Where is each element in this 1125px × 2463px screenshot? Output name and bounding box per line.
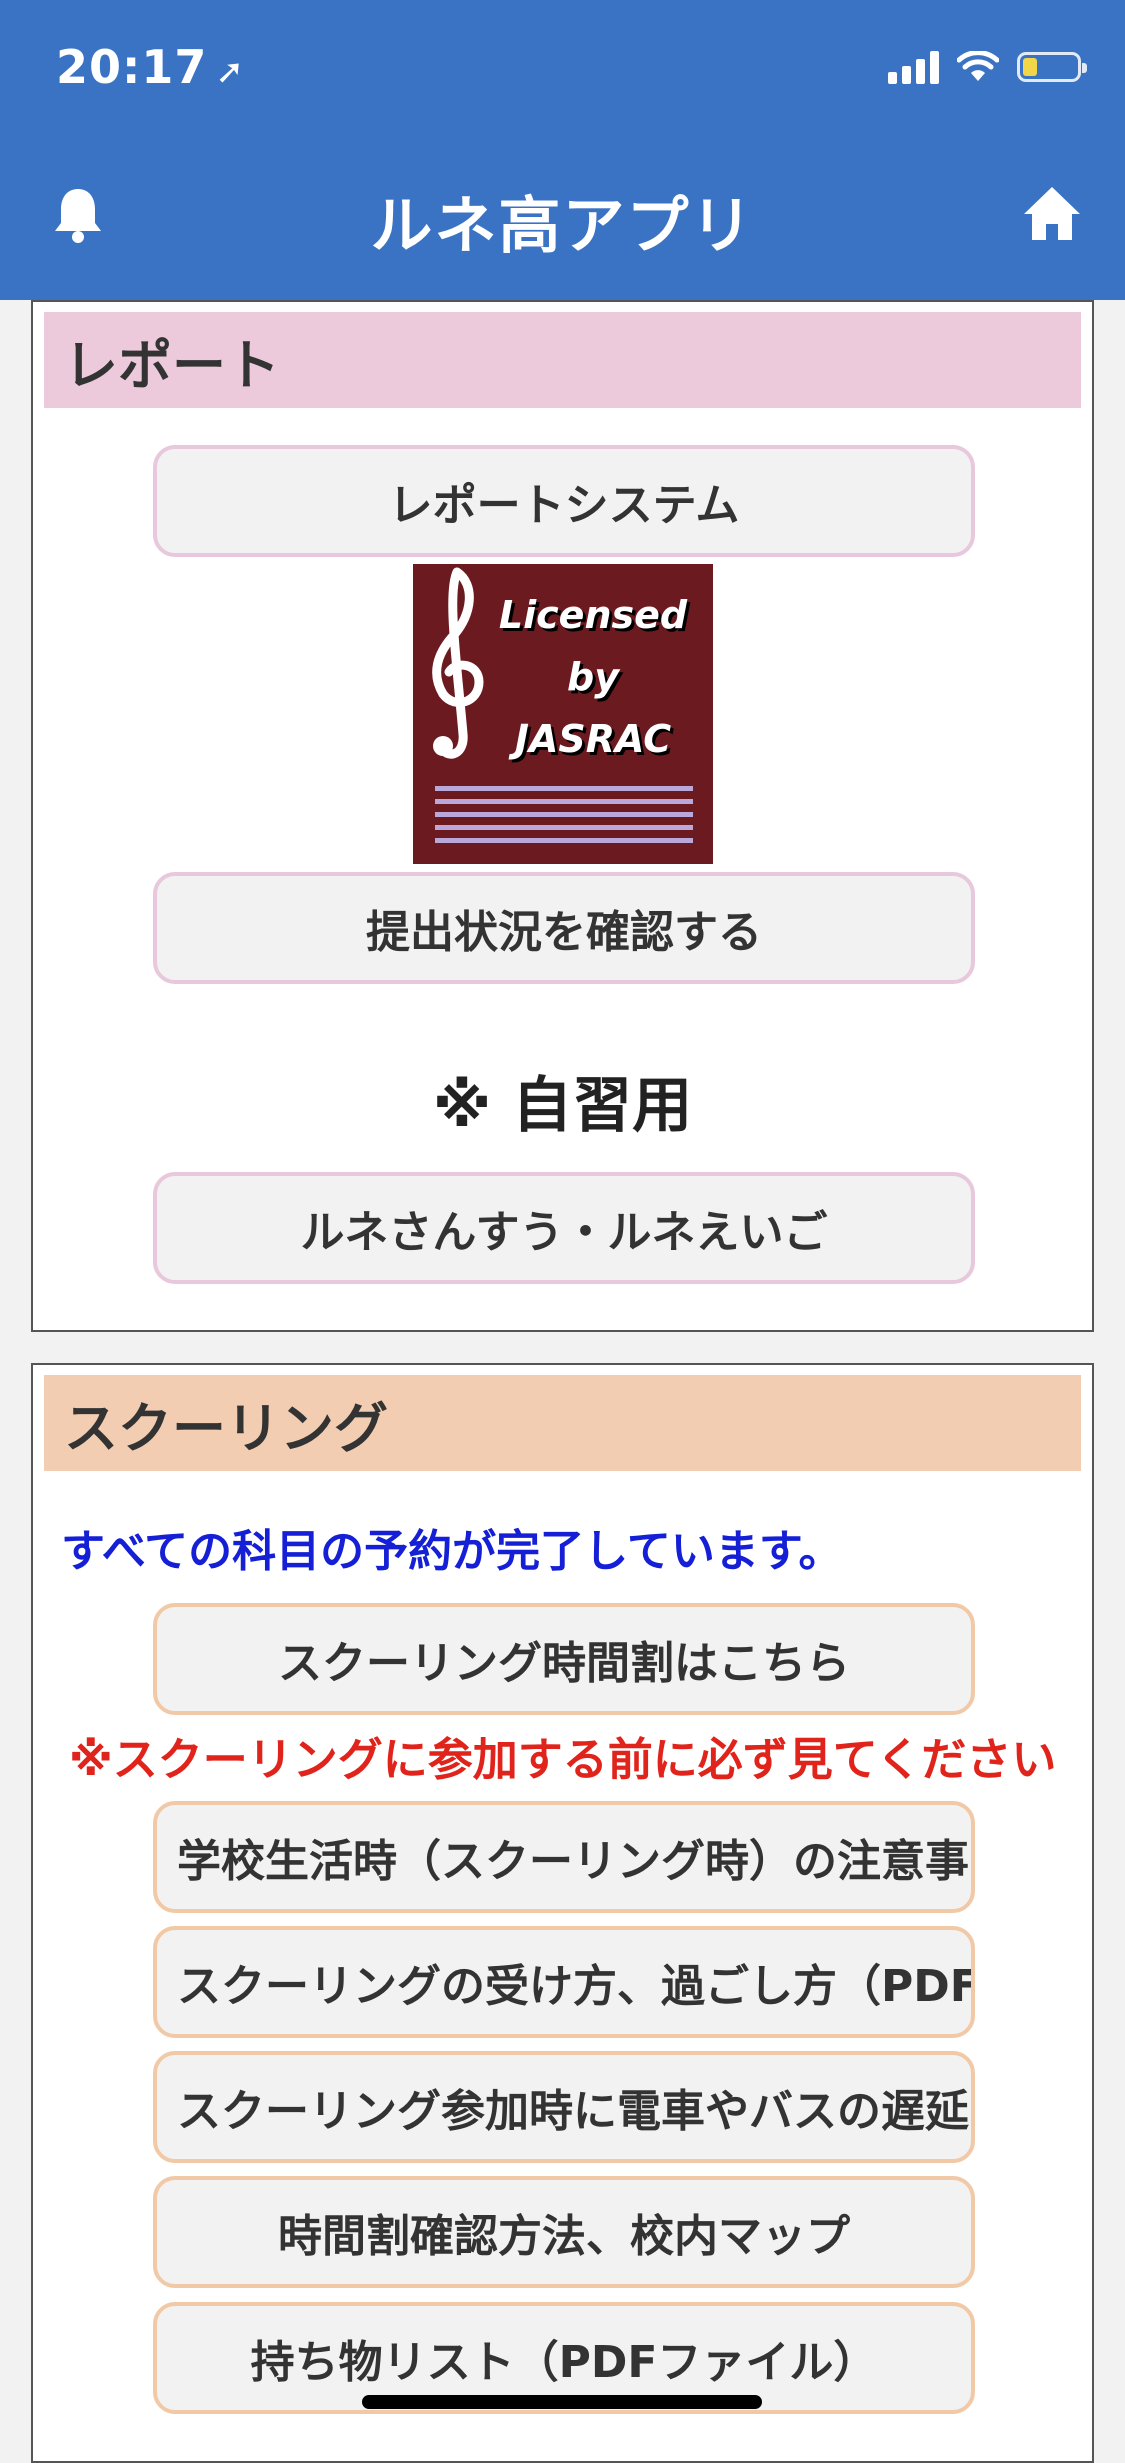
wifi-icon: [957, 51, 999, 81]
report-system-button[interactable]: レポートシステム: [153, 445, 975, 557]
logo-text-by: by: [567, 655, 619, 699]
schooling-timetable-button[interactable]: スクーリング時間割はこちら: [153, 1603, 975, 1715]
location-arrow-icon: ➚: [215, 52, 245, 92]
self-study-label: ※ 自習用: [432, 1071, 693, 1141]
status-indicators: [888, 50, 1087, 84]
jasrac-license-logo: Licensed by JASRAC: [413, 564, 713, 864]
schooling-card: スクーリング すべての科目の予約が完了しています。 スクーリング時間割はこちら …: [31, 1363, 1094, 2463]
logo-text-licensed: Licensed: [498, 593, 688, 637]
app-header: 20:17 ➚ ルネ高アプリ: [0, 0, 1125, 300]
staff-lines: [435, 786, 693, 851]
schooling-guide-pdf-button[interactable]: スクーリングの受け方、過ごし方（PDF: [153, 1926, 975, 2038]
report-card: レポート レポートシステム Licensed by JASRAC 提出状況を確認…: [31, 300, 1094, 1332]
home-icon[interactable]: [1021, 184, 1083, 242]
page-title: ルネ高アプリ: [370, 189, 755, 262]
timetable-map-button[interactable]: 時間割確認方法、校内マップ: [153, 2176, 975, 2288]
report-heading: レポート: [44, 312, 1081, 408]
rune-math-english-button[interactable]: ルネさんすう・ルネえいご: [153, 1172, 975, 1284]
cellular-signal-icon: [888, 50, 939, 84]
battery-icon: [1017, 52, 1087, 82]
logo-text-jasrac: JASRAC: [514, 717, 672, 761]
reservation-complete-notice: すべての科目の予約が完了しています。: [61, 1526, 843, 1577]
school-life-notes-button[interactable]: 学校生活時（スクーリング時）の注意事: [153, 1801, 975, 1913]
schooling-heading: スクーリング: [44, 1375, 1081, 1471]
home-indicator[interactable]: [362, 2395, 762, 2409]
submission-status-button[interactable]: 提出状況を確認する: [153, 872, 975, 984]
status-time: 20:17 ➚: [56, 40, 245, 94]
schooling-warning: ※スクーリングに参加する前に必ず見てください: [69, 1733, 1057, 1786]
transit-delay-button[interactable]: スクーリング参加時に電車やバスの遅延: [153, 2051, 975, 2163]
